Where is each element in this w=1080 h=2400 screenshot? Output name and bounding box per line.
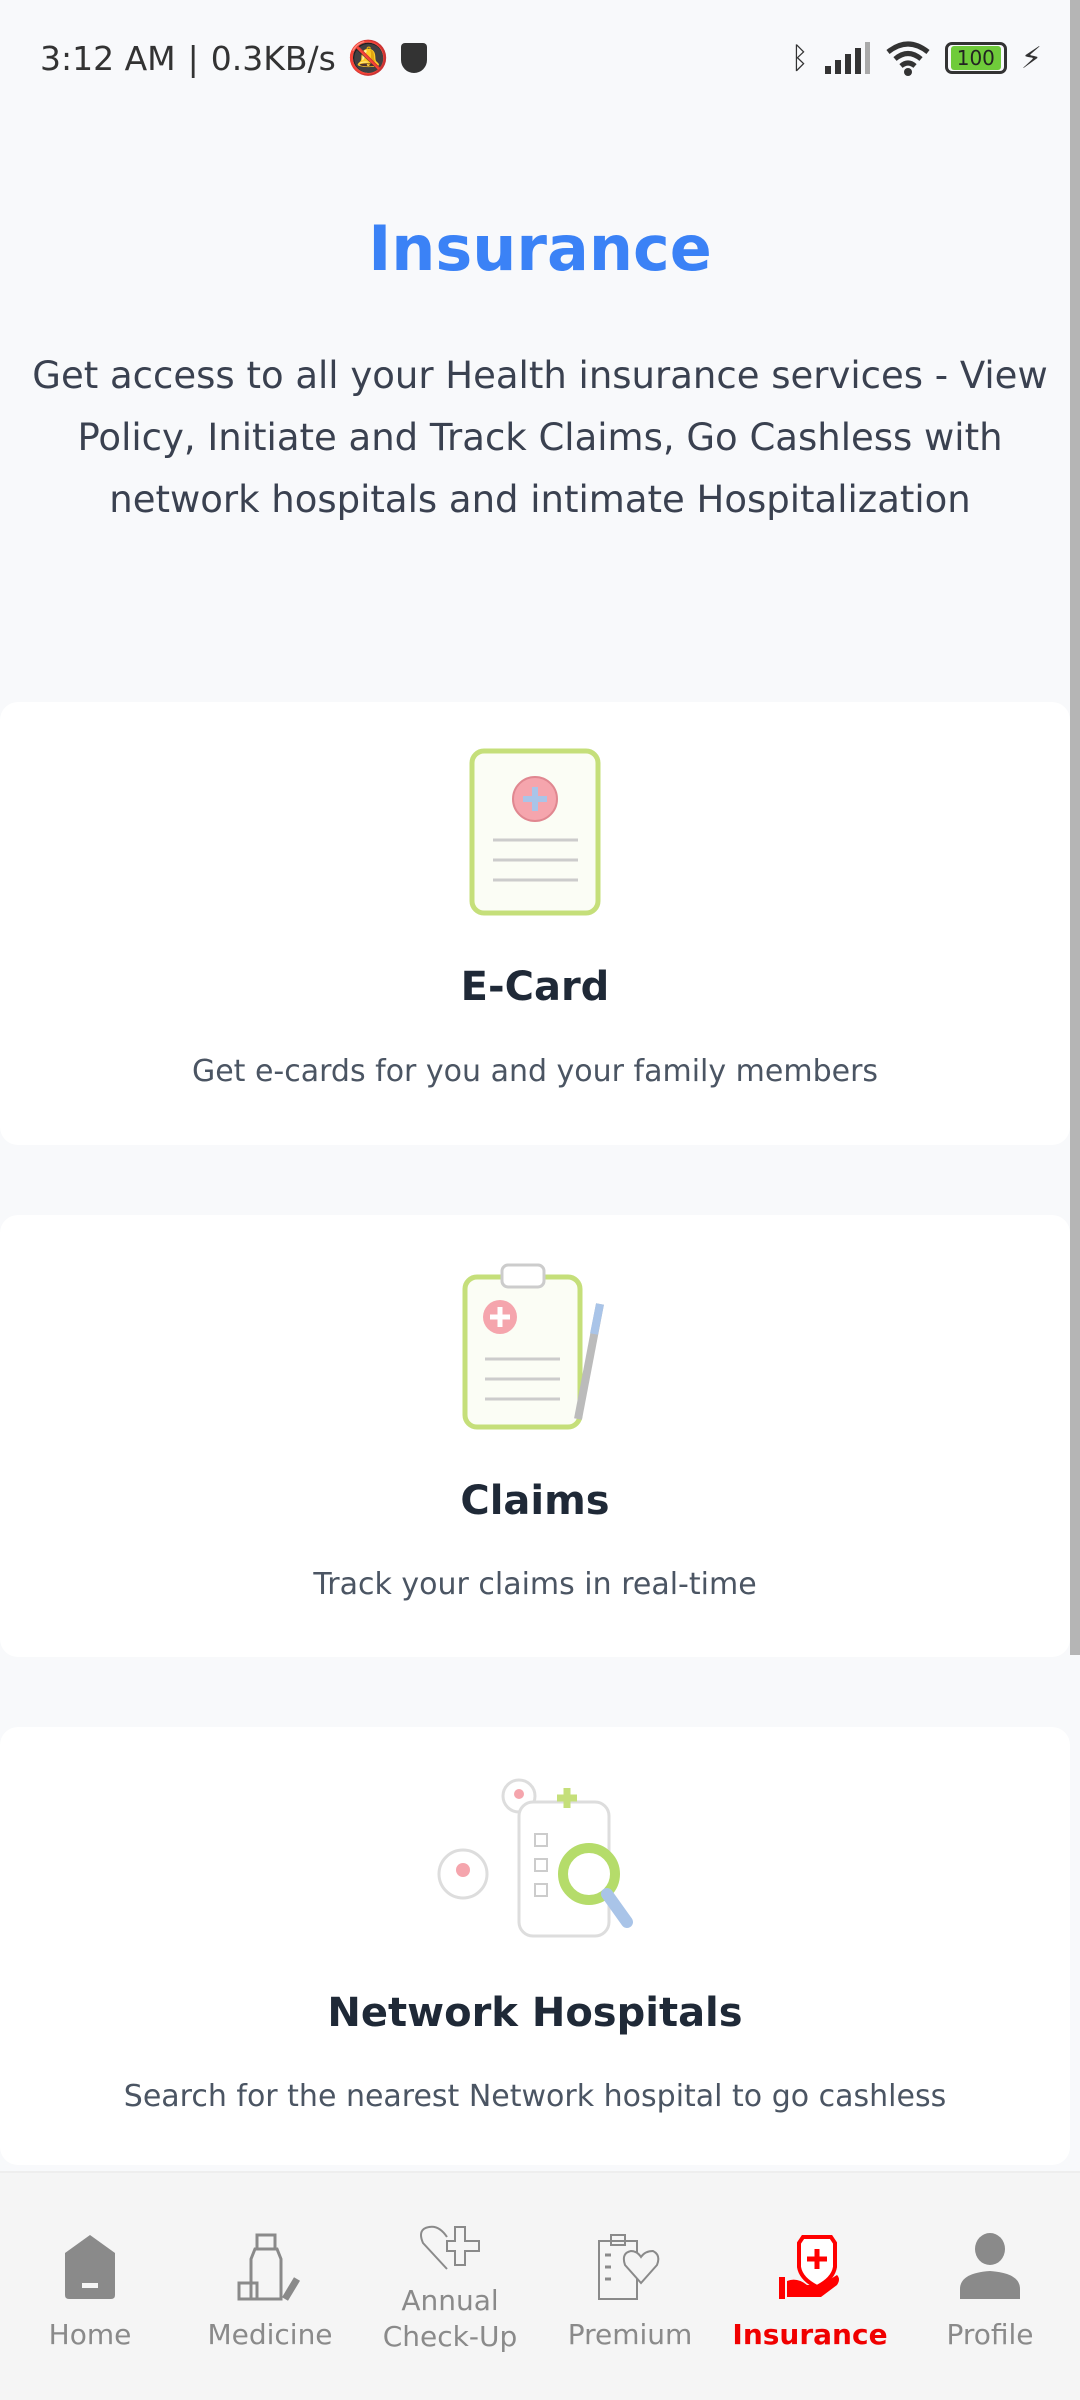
nav-home[interactable]: Home	[0, 2173, 180, 2400]
person-icon	[960, 2233, 1020, 2299]
card-subtitle: Get e-cards for you and your family memb…	[191, 1054, 879, 1089]
shield-bolt-icon	[400, 43, 427, 73]
page-title: Insurance	[368, 212, 712, 285]
card-title: E-Card	[460, 964, 610, 1010]
ecard-card[interactable]: E-Card Get e-cards for you and your fami…	[0, 702, 1070, 1145]
home-icon	[65, 2235, 115, 2299]
card-subtitle: Track your claims in real-time	[313, 1567, 757, 1602]
claims-card[interactable]: Claims Track your claims in real-time	[0, 1215, 1070, 1657]
heart-plus-icon	[420, 2225, 480, 2270]
signal-icon	[824, 42, 870, 74]
network-speed: 0.3KB/s	[210, 38, 336, 78]
hospital-search-icon	[437, 1778, 633, 1938]
page-description: Get access to all your Health insurance …	[32, 354, 1048, 521]
status-time: 3:12 AM	[40, 38, 176, 78]
nav-label: Medicine	[207, 2318, 333, 2351]
bottom-nav: Home Medicine Annual Check-Up Premium In…	[0, 2171, 1080, 2400]
network-hospitals-card[interactable]: Network Hospitals Search for the nearest…	[0, 1727, 1070, 2165]
nav-label: Home	[48, 2318, 132, 2351]
card-title: Network Hospitals	[327, 1990, 743, 2036]
nav-insurance[interactable]: Insurance	[720, 2173, 900, 2400]
bluetooth-icon: ᛒ	[790, 40, 809, 76]
wifi-icon	[886, 41, 930, 76]
charging-icon: ⚡	[1020, 40, 1042, 76]
shield-hand-icon	[779, 2235, 839, 2299]
nav-medicine[interactable]: Medicine	[180, 2173, 360, 2400]
clipboard-icon	[462, 1263, 604, 1430]
nav-label: Premium	[567, 2318, 693, 2351]
battery-icon: 100	[944, 42, 1007, 74]
nav-label: Annual Check-Up	[382, 2284, 518, 2353]
ecard-icon	[469, 748, 601, 916]
clipboard-heart-icon	[598, 2234, 660, 2300]
nav-premium[interactable]: Premium	[540, 2173, 720, 2400]
nav-annual-check-up[interactable]: Annual Check-Up	[360, 2173, 540, 2400]
card-title: Claims	[460, 1478, 610, 1524]
mute-bell-icon: 🔕	[347, 38, 389, 77]
separator: |	[187, 38, 199, 78]
scrollbar[interactable]	[1070, 0, 1080, 1655]
nav-label: Insurance	[732, 2318, 888, 2351]
medicine-icon	[237, 2233, 301, 2301]
card-subtitle: Search for the nearest Network hospital …	[123, 2079, 947, 2114]
status-bar: 3:12 AM | 0.3KB/s 🔕 ᛒ 100 ⚡	[0, 0, 1080, 120]
nav-label: Profile	[946, 2318, 1034, 2351]
battery-level: 100	[950, 46, 1001, 70]
nav-profile[interactable]: Profile	[900, 2173, 1080, 2400]
